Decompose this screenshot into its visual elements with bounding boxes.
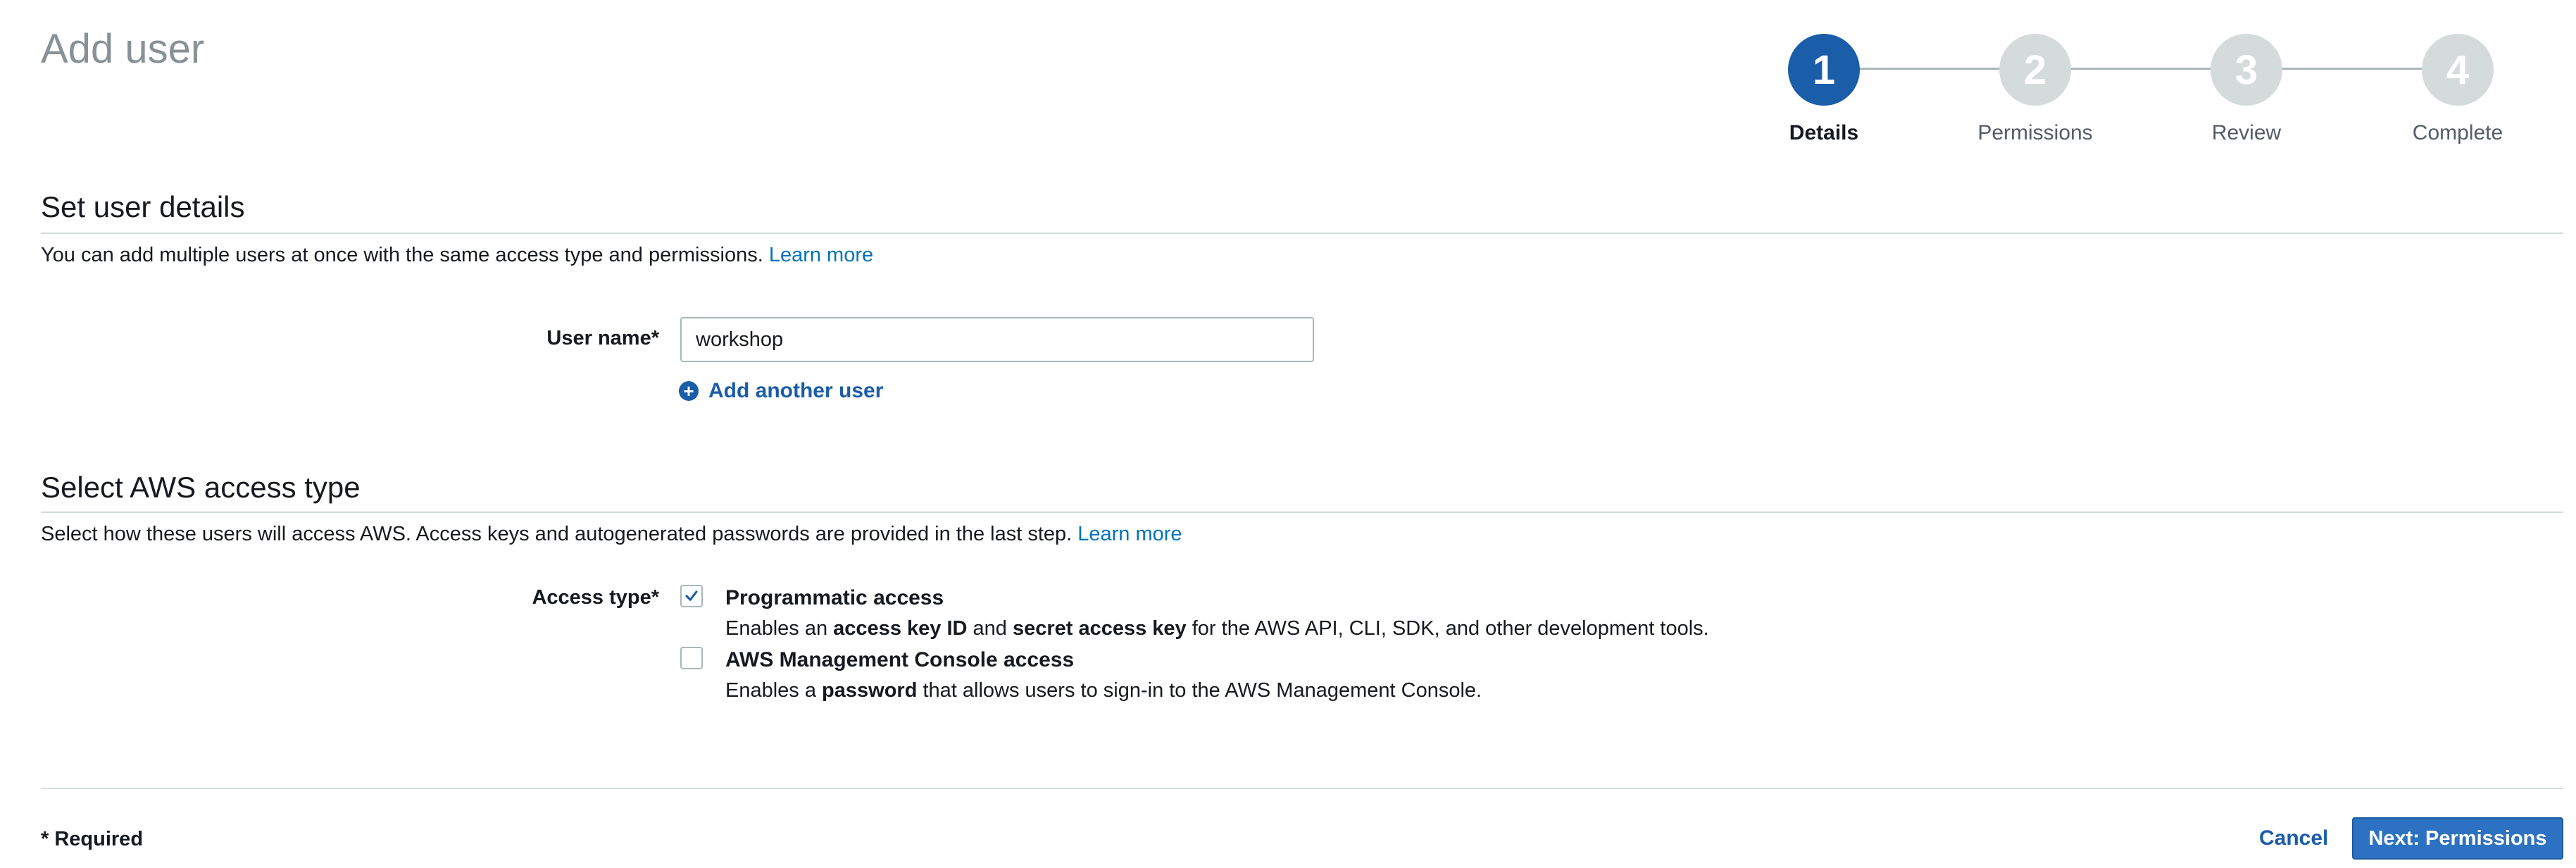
access-type-description: Select how these users will access AWS. … [41,523,1182,546]
desc-bold: secret access key [1012,617,1187,640]
step-review: 3 Review [2141,34,2352,145]
required-note: * Required [41,828,144,850]
user-details-heading: Set user details [41,190,245,223]
section-divider [41,232,2563,234]
description-text: You can add multiple users at once with … [41,244,763,266]
footer-divider [41,788,2563,789]
programmatic-access-checkbox[interactable] [680,585,703,607]
desc-text: for the AWS API, CLI, SDK, and other dev… [1186,617,1709,640]
desc-text: Enables a [725,679,823,702]
desc-bold: password [822,679,918,702]
desc-text: and [967,617,1013,640]
next-permissions-button[interactable]: Next: Permissions [2352,817,2563,860]
username-label: User name* [546,327,659,349]
access-type-heading: Select AWS access type [41,471,361,504]
step-label: Complete [2412,121,2503,144]
user-details-description: You can add multiple users at once with … [41,244,873,267]
add-another-user-label: Add another user [708,379,884,402]
step-number: 4 [2422,34,2494,106]
page-title: Add user [41,26,205,72]
desc-text: Enables an [725,617,834,640]
console-access-description: Enables a password that allows users to … [725,679,1482,702]
step-label: Details [1789,121,1859,144]
programmatic-access-title: Programmatic access [725,586,944,609]
step-label: Review [2211,121,2282,144]
username-input[interactable] [680,317,1314,362]
step-complete: 4 Complete [2352,34,2563,145]
plus-circle-icon: + [679,381,699,401]
cancel-button[interactable]: Cancel [2246,817,2341,860]
checkmark-icon [685,590,698,601]
learn-more-link[interactable]: Learn more [769,244,873,266]
desc-text: that allows users to sign-in to the AWS … [917,679,1482,702]
step-label: Permissions [1977,121,2093,144]
step-number: 2 [1999,34,2071,106]
description-text: Select how these users will access AWS. … [41,523,1073,545]
programmatic-access-description: Enables an access key ID and secret acce… [725,617,1709,640]
step-permissions: 2 Permissions [1930,34,2141,145]
step-number: 3 [2211,34,2282,106]
wizard-stepper: 1 Details 2 Permissions 3 Review 4 Compl… [1788,34,2503,154]
console-access-checkbox[interactable] [680,647,703,669]
learn-more-link[interactable]: Learn more [1077,523,1182,545]
console-access-title: AWS Management Console access [725,648,1075,671]
section-divider [41,512,2563,513]
step-number: 1 [1788,34,1860,106]
add-another-user-button[interactable]: + Add another user [679,379,883,403]
step-details: 1 Details [1718,34,1930,145]
access-type-label: Access type* [532,586,659,609]
desc-bold: access key ID [833,617,968,640]
